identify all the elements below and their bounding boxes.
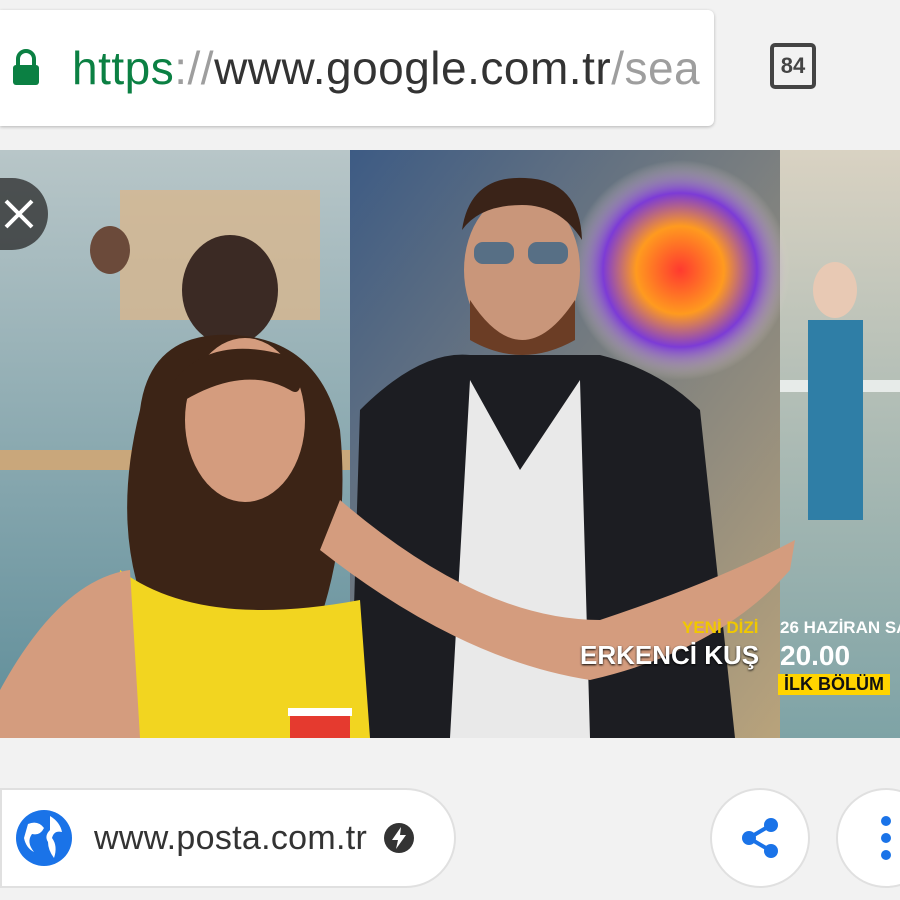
overlay-new-label: YENİ DİZİ — [682, 618, 759, 637]
image-preview[interactable]: YENİ DİZİ ERKENCİ KUŞ 26 HAZİRAN SA 20.0… — [0, 150, 900, 738]
url-host: www.google.com.tr — [214, 42, 612, 94]
url-text[interactable]: https://www.google.com.tr/sea — [72, 41, 700, 95]
address-bar[interactable]: https://www.google.com.tr/sea — [0, 10, 714, 126]
tab-switcher-button[interactable]: 84 — [770, 43, 816, 89]
overlay-show-title: ERKENCİ KUŞ — [580, 640, 760, 670]
source-link[interactable]: www.posta.com.tr — [0, 788, 456, 888]
globe-icon — [14, 808, 74, 868]
more-options-button[interactable] — [836, 788, 900, 888]
share-icon — [742, 818, 778, 858]
overlay-date: 26 HAZİRAN SA — [780, 618, 900, 637]
photo — [0, 150, 900, 738]
source-url: www.posta.com.tr — [94, 818, 368, 857]
overlay-time: 20.00 — [780, 640, 851, 671]
url-scheme: https — [72, 42, 175, 94]
lightning-icon — [383, 822, 415, 854]
lock-icon — [12, 49, 40, 87]
more-vert-icon — [881, 816, 891, 860]
overlay-badge: İLK BÖLÜM — [778, 674, 890, 695]
close-icon — [4, 199, 34, 229]
url-separator: :// — [174, 42, 215, 94]
share-button[interactable] — [710, 788, 810, 888]
url-path: /sea — [611, 42, 701, 94]
